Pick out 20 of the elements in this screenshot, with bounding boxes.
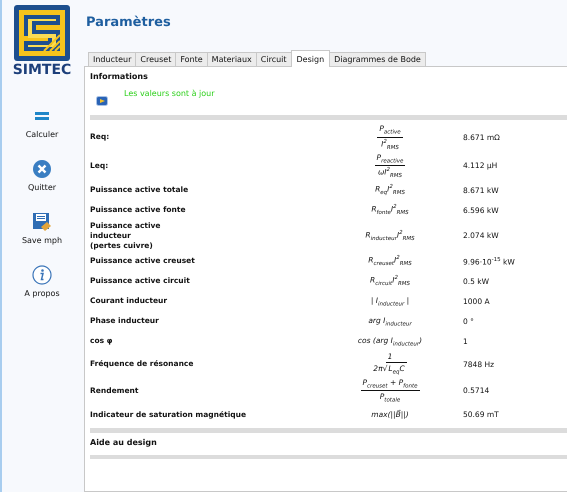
quit-button[interactable]: Quitter <box>7 159 77 192</box>
logo-icon <box>14 5 70 61</box>
page-title: Paramètres <box>86 15 172 32</box>
info-icon <box>32 265 52 285</box>
section-heading: Informations <box>90 72 149 83</box>
status-message: Les valeurs sont à jour <box>124 89 215 98</box>
tab[interactable]: Fonte <box>175 52 208 66</box>
tab[interactable]: Diagrammes de Bode <box>329 52 426 66</box>
close-icon <box>32 159 52 179</box>
logo-text: SIMTEC <box>12 62 72 78</box>
tab[interactable]: Design <box>290 50 330 67</box>
tab[interactable]: Circuit <box>256 52 292 66</box>
tab[interactable]: Creuset <box>135 52 176 66</box>
calculate-button[interactable]: Calculer <box>7 106 77 139</box>
save-button[interactable]: Save mph <box>7 212 77 245</box>
section-heading: Aide au design <box>90 436 158 449</box>
status-icon <box>96 96 108 106</box>
about-button[interactable]: A propos <box>7 265 77 298</box>
tab[interactable]: Inducteur <box>88 52 136 66</box>
tab[interactable]: Materiaux <box>206 52 257 66</box>
